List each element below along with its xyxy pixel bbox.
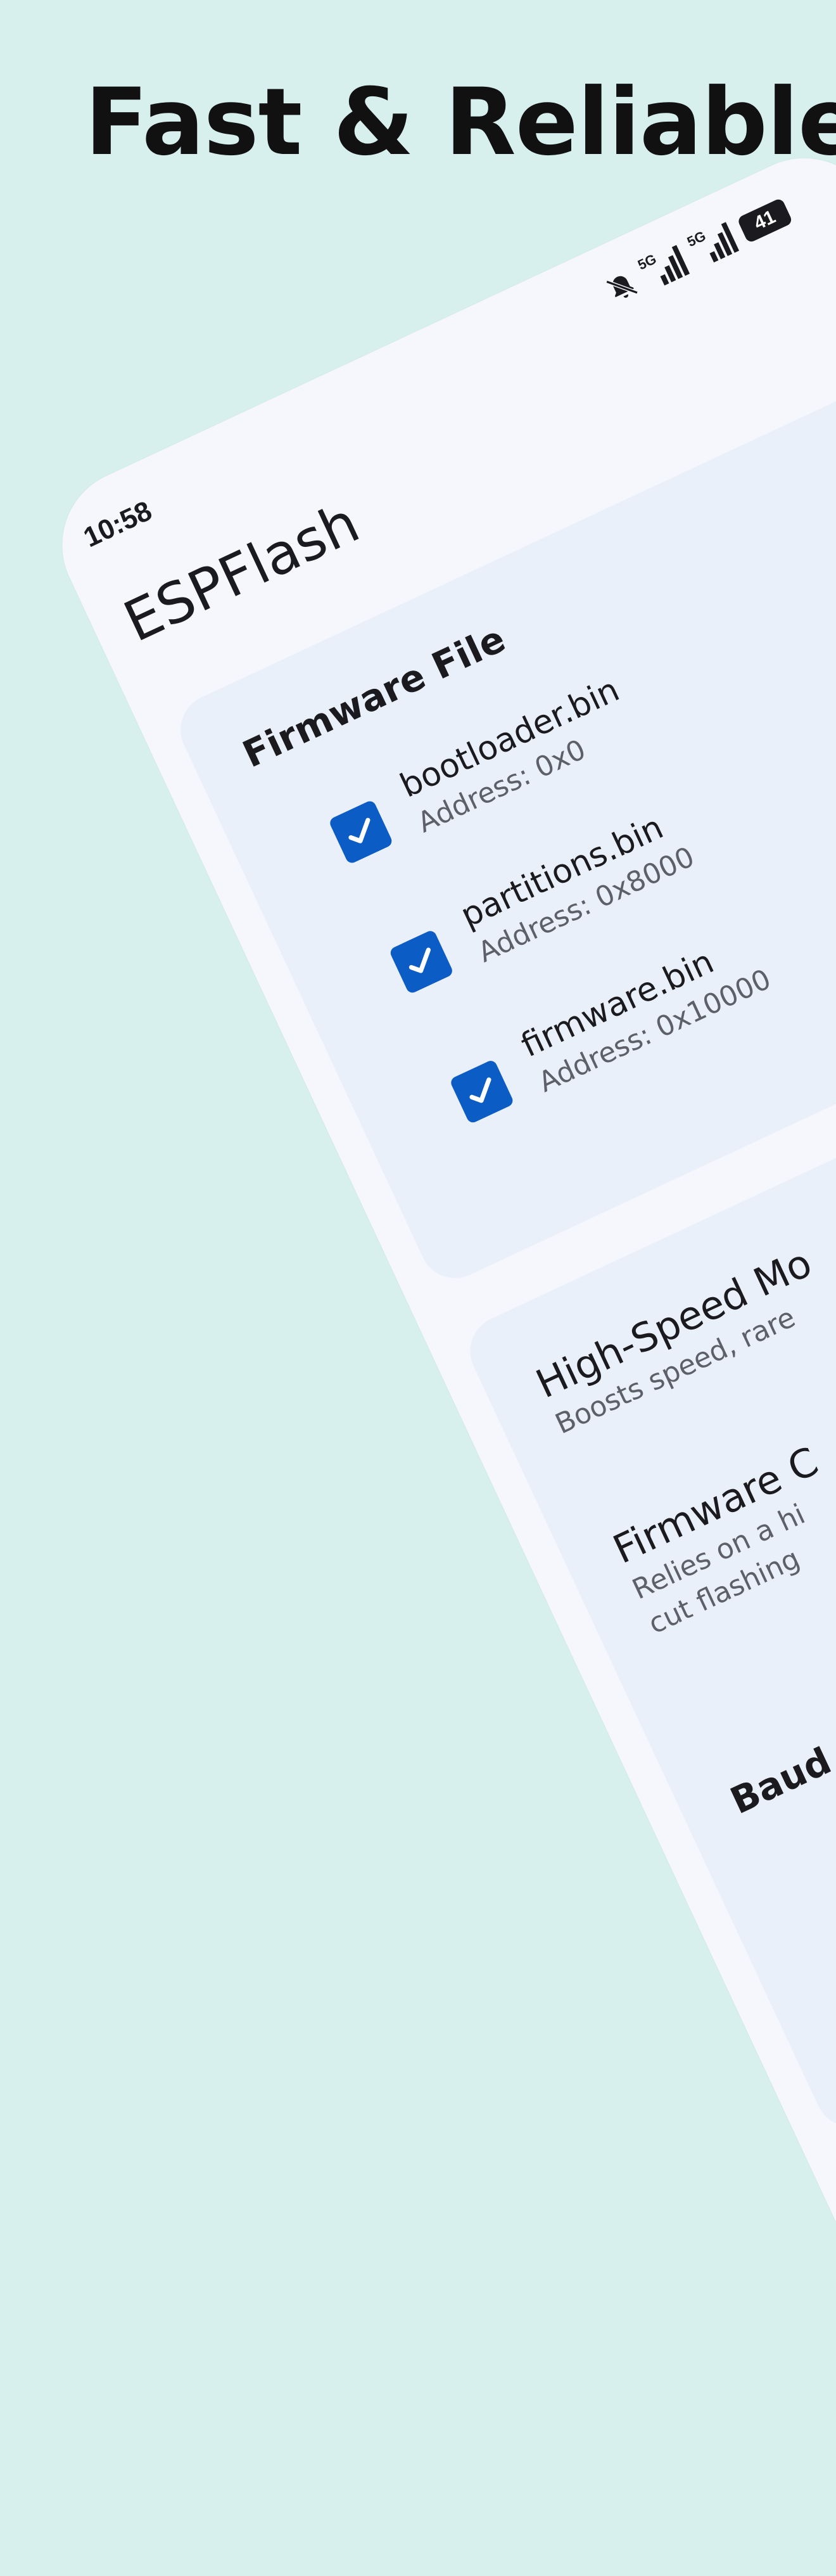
bell-off-icon <box>602 267 642 307</box>
signal-5g-icon: 5G <box>635 243 692 292</box>
baud-rate-label: Baud <box>724 1739 836 1823</box>
headline: Fast & Reliable <box>85 68 836 176</box>
battery-level: 41 <box>750 206 779 234</box>
status-icons: 5G 5G 41 <box>601 195 794 309</box>
check-icon <box>469 1077 491 1103</box>
firmware-file-card: Firmware File bootloader.bin Address: 0x… <box>168 364 836 1290</box>
checkbox[interactable] <box>388 928 455 995</box>
check-icon <box>348 817 370 843</box>
checkbox[interactable] <box>449 1058 515 1125</box>
phone-screen: 10:58 5G 5G 41 ESPFlash Firmware File bo… <box>37 133 836 2576</box>
checkbox[interactable] <box>327 799 394 865</box>
signal-5g-icon: 5G <box>685 220 741 269</box>
battery-icon: 41 <box>737 197 794 244</box>
status-time: 10:58 <box>79 495 157 554</box>
check-icon <box>408 947 431 973</box>
